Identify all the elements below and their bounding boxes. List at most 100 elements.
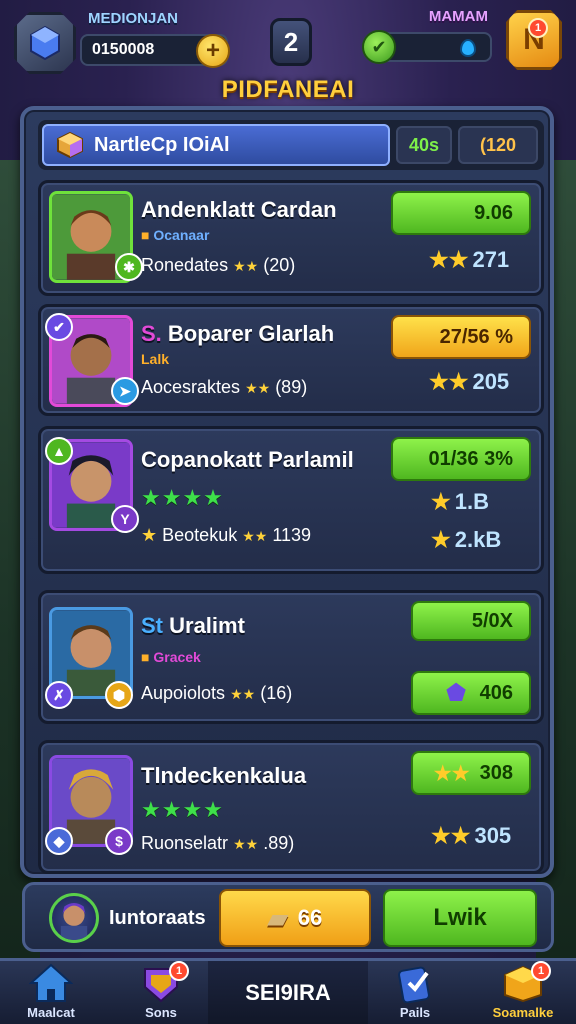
row-meta-count: (16) <box>260 683 293 703</box>
row-meta-count: 1139 <box>272 525 312 545</box>
rank-icon: ■ <box>141 227 150 243</box>
row-meta-count: (89) <box>275 377 308 397</box>
currency-value: 0150008 <box>92 41 155 58</box>
nav-item-pails[interactable]: Pails <box>370 963 460 1024</box>
list-item[interactable]: ▲ Y Copanokatt Parlamil ★★★★ ★ Beotekuk … <box>38 426 544 574</box>
star-icon: ★ <box>431 527 451 552</box>
player-avatar[interactable] <box>49 893 99 943</box>
nav-label: Pails <box>399 1005 431 1020</box>
row-stat: 271 <box>472 247 510 272</box>
row-name: Boparer Glarlah <box>167 321 335 346</box>
cube-badge-icon: ◆ <box>45 827 73 855</box>
row-meta-label: Aupoiolots <box>141 683 226 703</box>
row-meta-label: Ronedates <box>141 255 229 275</box>
gold-button-value: 66 <box>297 905 323 930</box>
row-sub: Gracek <box>153 649 201 665</box>
class-badge-icon: $ <box>105 827 133 855</box>
star-icon: ★ <box>141 525 158 545</box>
top-bar: MEDIONJAN 0150008 + 2 MAMAM ✔ N 1 <box>8 6 568 76</box>
row-stat-1: 1.B <box>454 489 489 514</box>
row-name: Andenklatt Cardan <box>141 197 337 222</box>
confirm-button[interactable]: Lwik <box>383 889 537 947</box>
secondary-pill-value: 406 <box>479 681 513 704</box>
class-badge-icon: Y <box>111 505 139 533</box>
level-badge[interactable]: 2 <box>270 18 312 66</box>
nav-badge: 1 <box>169 961 189 981</box>
nav-item-home[interactable]: Maalcat <box>6 963 96 1024</box>
score-pill[interactable]: 01/36 3% <box>391 437 531 481</box>
mini-stars-icon: ★★ <box>242 528 268 544</box>
nav-label: Sons <box>145 1005 177 1020</box>
water-drop-icon <box>460 39 476 57</box>
secondary-pill[interactable]: ⬟ 406 <box>411 671 531 715</box>
score-pill[interactable]: ★★ 308 <box>411 751 531 795</box>
header-stat-b: (120 <box>458 126 538 164</box>
nav-item-sons[interactable]: 1 Sons <box>116 961 206 1024</box>
leaf-badge-icon: ▲ <box>45 437 73 465</box>
nav-badge: 1 <box>531 961 551 981</box>
section-tab[interactable]: NartleCp IOiAl <box>42 124 390 166</box>
nav-item-chest[interactable]: 1 Soamalke <box>478 961 568 1024</box>
row-name: Tlndeckenkalua <box>141 763 307 788</box>
energy-display: ✔ <box>362 30 492 64</box>
row-sub: Ocanaar <box>153 227 210 243</box>
gem-icon: ⬟ <box>446 680 466 705</box>
leaf-icon[interactable]: ✔ <box>362 30 396 64</box>
chest-icon: ▰ <box>267 902 288 933</box>
class-badge-icon: ⬢ <box>105 681 133 709</box>
bottom-nav: Maalcat 1 Sons SEI9IRA Pails 1 Soamalke <box>0 958 576 1024</box>
row-meta-count: .89) <box>263 833 295 853</box>
row-name: Copanokatt Parlamil <box>141 447 354 472</box>
row-tag: St <box>141 613 163 638</box>
arrow-badge-icon: ➤ <box>111 377 139 405</box>
row-tag: S. <box>141 321 162 346</box>
mini-stars-icon: ★★ <box>230 686 256 702</box>
row-name: Uralimt <box>169 613 245 638</box>
list-item[interactable]: ✔ ➤ S. Boparer Glarlah Lalk Aocesraktes … <box>38 304 544 416</box>
row-stat: 305 <box>474 823 512 848</box>
row-meta-count: (20) <box>263 255 296 275</box>
row-stat-2: 2.kB <box>454 527 502 552</box>
sword-badge-icon: ✗ <box>45 681 73 709</box>
currency-display: 0150008 + <box>80 34 230 68</box>
nav-label: Maalcat <box>27 1005 75 1020</box>
action-bar: Iuntoraats ▰ 66 Lwik <box>22 882 554 952</box>
score-pill[interactable]: 9.06 <box>391 191 531 235</box>
row-meta-label: Ruonselatr <box>141 833 229 853</box>
shield-icon: 1 <box>139 961 189 1003</box>
row-stat: 205 <box>472 369 510 394</box>
nav-item-center[interactable]: SEI9IRA <box>208 961 368 1024</box>
score-pill[interactable]: 5/0X <box>411 601 531 641</box>
list-item[interactable]: ✱ Andenklatt Cardan ■ Ocanaar Ronedates … <box>38 180 544 296</box>
star-icon: ★★ <box>431 823 471 848</box>
row-meta-label: Aocesraktes <box>141 377 241 397</box>
star-icon: ★★ <box>429 369 469 394</box>
mini-stars-icon: ★★ <box>233 836 259 852</box>
list-item[interactable]: ✗ ⬢ St Uralimt ■ Gracek Aupoiolots ★★ (1… <box>38 590 544 724</box>
cube-icon <box>57 131 83 159</box>
mini-stars-icon: ★★ <box>245 380 271 396</box>
gold-button[interactable]: ▰ 66 <box>219 889 371 947</box>
class-badge-icon: ✔ <box>45 313 73 341</box>
score-pill[interactable]: 27/56 % <box>391 315 531 359</box>
opponent-name: MAMAM <box>428 8 488 25</box>
profile-gem-button[interactable] <box>14 12 76 74</box>
row-sub: Lalk <box>141 351 170 367</box>
star-icon: ★ <box>431 489 451 514</box>
screen-title: PIDFANEAI <box>221 76 355 103</box>
player-name: MEDIONJAN <box>88 10 179 27</box>
add-currency-button[interactable]: + <box>196 34 230 68</box>
card-icon <box>393 963 437 1004</box>
nav-center-label: SEI9IRA <box>245 979 331 1005</box>
chest-icon: 1 <box>501 961 551 1003</box>
action-label: Iuntoraats <box>109 907 206 929</box>
rating-stars-icon: ★★★★ <box>141 797 224 822</box>
section-header: NartleCp IOiAl 40s (120 <box>38 120 544 170</box>
mini-stars-icon: ★★ <box>233 258 259 274</box>
list-item[interactable]: ◆ $ Tlndeckenkalua ★★★★ Ruonselatr ★★ .8… <box>38 740 544 874</box>
star-icon: ★★ <box>429 247 469 272</box>
rating-stars-icon: ★★★★ <box>141 485 224 510</box>
leaderboard-panel: NartleCp IOiAl 40s (120 ✱ Andenklatt Car… <box>20 106 554 878</box>
house-icon <box>28 963 74 1003</box>
section-tab-label: NartleCp IOiAl <box>94 133 230 156</box>
